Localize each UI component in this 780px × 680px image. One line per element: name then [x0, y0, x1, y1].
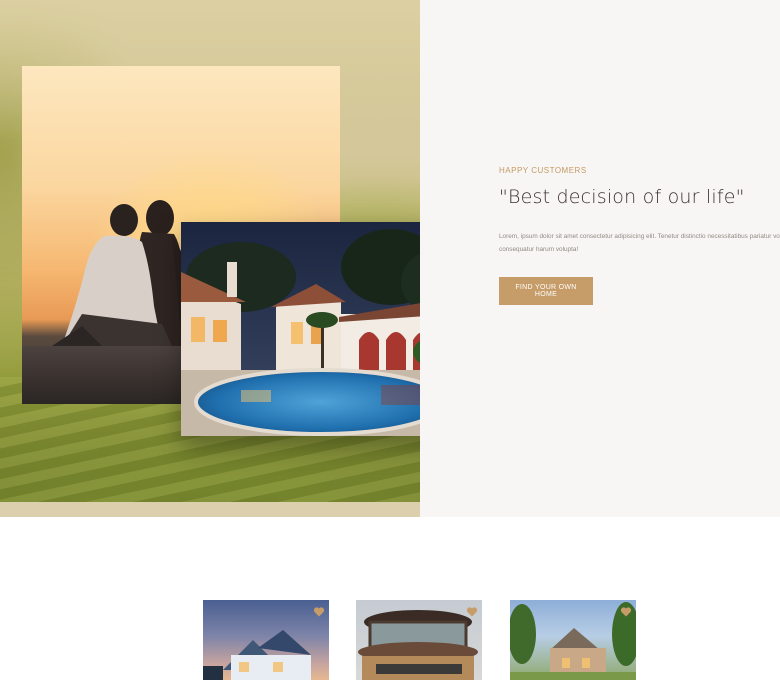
- section-eyebrow: HAPPY CUSTOMERS: [499, 166, 587, 175]
- listing-card-brick-house[interactable]: [510, 600, 636, 680]
- testimonial-body-line-2: consequatur harum volupta!: [499, 246, 579, 253]
- heart-icon[interactable]: [313, 606, 325, 618]
- blue-house-image: [203, 630, 311, 680]
- testimonial-quote: "Best decision of our life": [499, 186, 745, 208]
- brick-house-image: [510, 602, 636, 680]
- find-your-own-home-button[interactable]: FIND YOUR OWN HOME: [499, 277, 593, 305]
- listing-card-round-house[interactable]: [356, 600, 482, 680]
- testimonial-body: Lorem, ipsum dolor sit amet consectetur …: [499, 230, 780, 256]
- villa-illustration: [181, 222, 456, 436]
- testimonial-body-line-1: Lorem, ipsum dolor sit amet consectetur …: [499, 233, 780, 240]
- heart-icon[interactable]: [466, 606, 478, 618]
- round-house-image: [358, 610, 478, 680]
- hero-bottom-strip: [0, 502, 420, 517]
- villa-pool-photo: [181, 222, 456, 436]
- heart-icon[interactable]: [620, 606, 632, 618]
- listing-card-blue-house[interactable]: [203, 600, 329, 680]
- testimonial-panel: HAPPY CUSTOMERS "Best decision of our li…: [420, 0, 780, 517]
